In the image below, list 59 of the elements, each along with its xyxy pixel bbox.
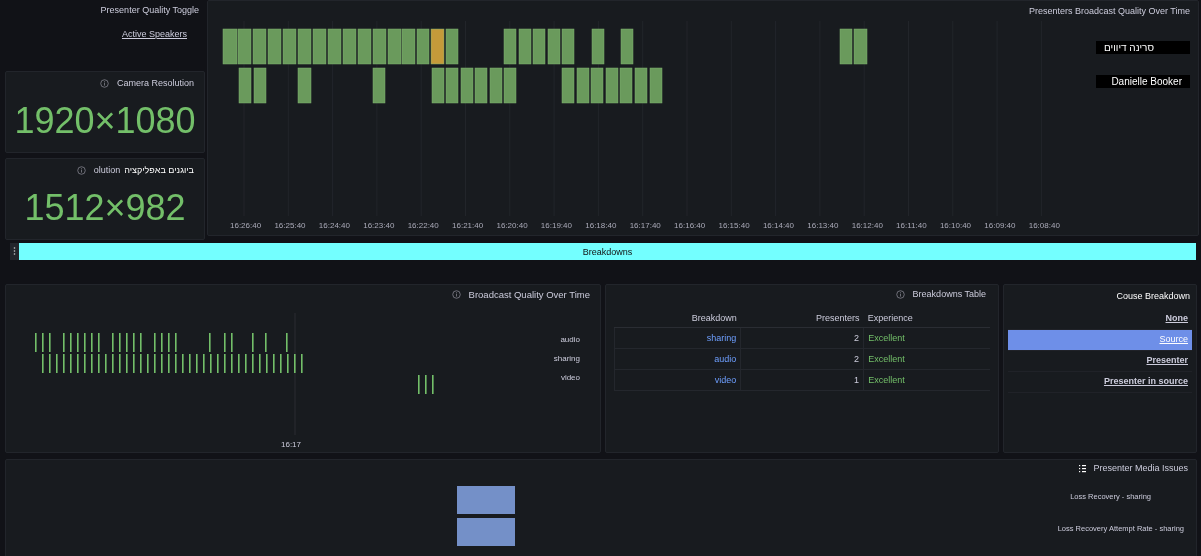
time-axis-label: 16:23:40 bbox=[363, 221, 395, 230]
filter-option[interactable]: Presenter in source bbox=[1008, 372, 1192, 393]
time-axis-label: 16:19:40 bbox=[540, 221, 572, 230]
column-header: Presenters bbox=[740, 309, 864, 328]
panel-title: Presenters Broadcast Quality Over Time bbox=[1028, 6, 1190, 16]
table-cell: Excellent bbox=[863, 327, 990, 349]
filter-option[interactable]: Presenter bbox=[1008, 351, 1192, 372]
table-cell: Excellent bbox=[863, 348, 990, 370]
table-cell: video bbox=[614, 369, 741, 391]
table-cell: Excellent bbox=[863, 369, 990, 391]
time-axis-label: 16:12:40 bbox=[851, 221, 883, 230]
table-cell: audio bbox=[614, 348, 741, 370]
time-axis-label: 16:11:40 bbox=[896, 221, 927, 230]
overlay-label: ביוגנים באפליקציה bbox=[124, 165, 194, 175]
legend-label: סרינה דיווים bbox=[1096, 41, 1190, 54]
stat-value: 1512×982 bbox=[23, 185, 187, 230]
info-icon bbox=[895, 289, 905, 299]
time-axis-label: 16:22:40 bbox=[407, 221, 439, 230]
table-cell: sharing bbox=[614, 327, 741, 349]
time-axis-label: 16:15:40 bbox=[718, 221, 750, 230]
column-header: Experience bbox=[863, 309, 990, 328]
time-axis-label: 16:14:40 bbox=[762, 221, 794, 230]
panel-title: Presenter Media Issues bbox=[1093, 463, 1188, 473]
time-axis-label: 16:13:40 bbox=[807, 221, 839, 230]
heatmap-cell bbox=[457, 486, 515, 514]
row-header[interactable]: Breakdowns bbox=[19, 243, 1196, 260]
info-icon bbox=[451, 290, 461, 299]
time-axis-label: 16:26:40 bbox=[230, 221, 262, 230]
panel-title: Couse Breakdown bbox=[1115, 291, 1191, 301]
time-axis-label: 16:16:40 bbox=[674, 221, 706, 230]
time-axis-label: 16:08:40 bbox=[1028, 221, 1060, 230]
time-axis-label: 16:21:40 bbox=[452, 221, 484, 230]
time-axis-label: 16:09:40 bbox=[984, 221, 1016, 230]
time-axis-label: 16:17 bbox=[281, 440, 302, 449]
table-cell: 2 bbox=[740, 327, 864, 349]
series-label: video bbox=[560, 373, 580, 382]
stat-title: Camera Resolution bbox=[116, 78, 194, 88]
active-speakers-link[interactable]: Active Speakers bbox=[121, 29, 199, 39]
time-axis-label: 16:25:40 bbox=[274, 221, 306, 230]
column-header: Breakdown bbox=[614, 309, 741, 328]
time-axis-label: 16:20:40 bbox=[496, 221, 528, 230]
stat-title: olution bbox=[93, 165, 121, 175]
table-cell: 1 bbox=[740, 369, 864, 391]
time-axis-label: 16:17:40 bbox=[629, 221, 661, 230]
info-icon bbox=[99, 78, 109, 88]
panel-title: Breakdowns Table bbox=[912, 289, 986, 299]
menu-icon[interactable] bbox=[1078, 463, 1088, 473]
legend-label: Danielle Booker bbox=[1096, 75, 1190, 88]
table-cell: 2 bbox=[740, 348, 864, 370]
heatmap-cell bbox=[457, 518, 515, 546]
series-label: sharing bbox=[553, 354, 580, 363]
time-axis-label: 16:24:40 bbox=[318, 221, 350, 230]
stat-value: 1920×1080 bbox=[13, 98, 197, 143]
info-icon bbox=[76, 165, 86, 175]
time-axis-label: 16:10:40 bbox=[939, 221, 972, 230]
time-axis-label: 16:18:40 bbox=[585, 221, 617, 230]
panel-title: Broadcast Quality Over Time bbox=[468, 289, 590, 300]
panel-title: Presenter Quality Toggle bbox=[100, 5, 199, 15]
series-label: audio bbox=[560, 335, 580, 344]
